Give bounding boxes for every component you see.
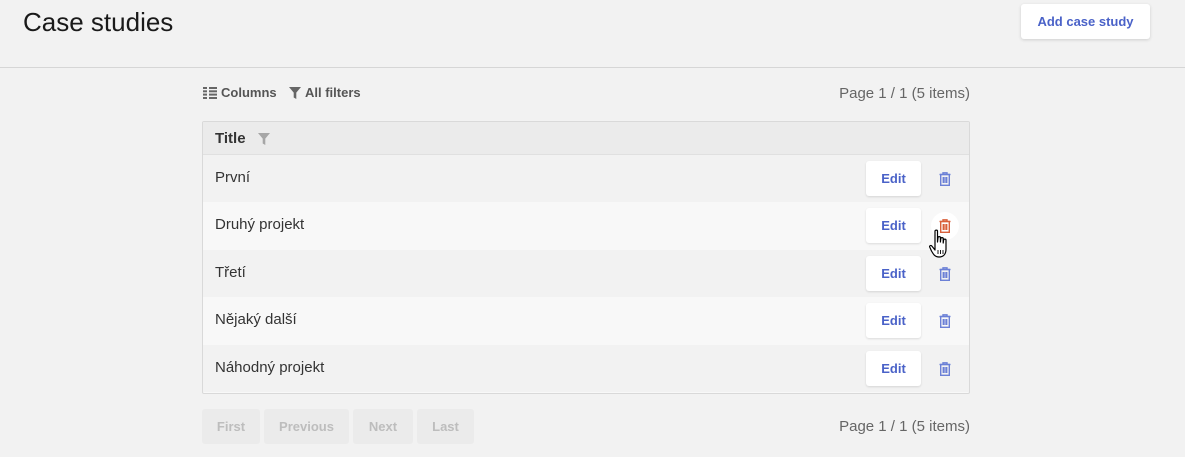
row-title: Třetí [215,263,246,281]
columns-button[interactable]: Columns [203,85,277,100]
trash-icon [939,314,951,329]
edit-button[interactable]: Edit [866,161,921,196]
last-page-button[interactable]: Last [417,409,474,444]
columns-icon [203,86,217,99]
table-row: Nějaký další Edit [203,297,969,345]
trash-icon [939,361,951,376]
pagination: First Previous Next Last Page 1 / 1 (5 i… [202,409,970,444]
delete-button[interactable] [931,355,959,383]
page-info-bottom: Page 1 / 1 (5 items) [839,418,970,435]
trash-icon [939,219,951,234]
table-row: Druhý projekt Edit [203,202,969,250]
delete-button[interactable] [931,212,959,241]
trash-icon [939,172,951,186]
edit-button[interactable]: Edit [866,208,921,244]
all-filters-label: All filters [305,85,361,100]
edit-button[interactable]: Edit [866,303,921,339]
columns-label: Columns [221,85,277,100]
row-title: Náhodný projekt [215,358,325,376]
next-page-button[interactable]: Next [353,409,413,444]
page-info-top: Page 1 / 1 (5 items) [839,85,970,102]
column-filter-icon[interactable] [258,132,270,150]
column-header-title[interactable]: Title [215,130,246,147]
filter-icon [289,86,301,99]
table-row: Náhodný projekt Edit [203,344,969,392]
table-body: První Edit Druhý projekt Edit Třetí Edit… [203,155,969,392]
page-title: Case studies [23,7,174,37]
delete-button[interactable] [931,260,959,288]
delete-button[interactable] [931,307,959,335]
table-toolbar: Columns All filters Page 1 / 1 (5 items) [203,84,970,104]
case-studies-table: Title První Edit Druhý projekt Edit Třet… [202,121,970,394]
delete-button[interactable] [931,165,959,193]
add-case-study-button[interactable]: Add case study [1021,4,1150,39]
previous-page-button[interactable]: Previous [264,409,349,444]
row-title: První [215,169,251,186]
first-page-button[interactable]: First [202,409,260,444]
all-filters-button[interactable]: All filters [289,85,361,100]
trash-icon [939,266,951,281]
edit-button[interactable]: Edit [866,255,921,291]
edit-button[interactable]: Edit [866,350,921,386]
table-row: Třetí Edit [203,249,969,298]
page-header: Case studies Add case study [0,0,1185,68]
table-header: Title [203,122,969,155]
row-title: Druhý projekt [215,216,305,234]
row-title: Nějaký další [215,311,297,329]
table-row: První Edit [203,155,969,203]
